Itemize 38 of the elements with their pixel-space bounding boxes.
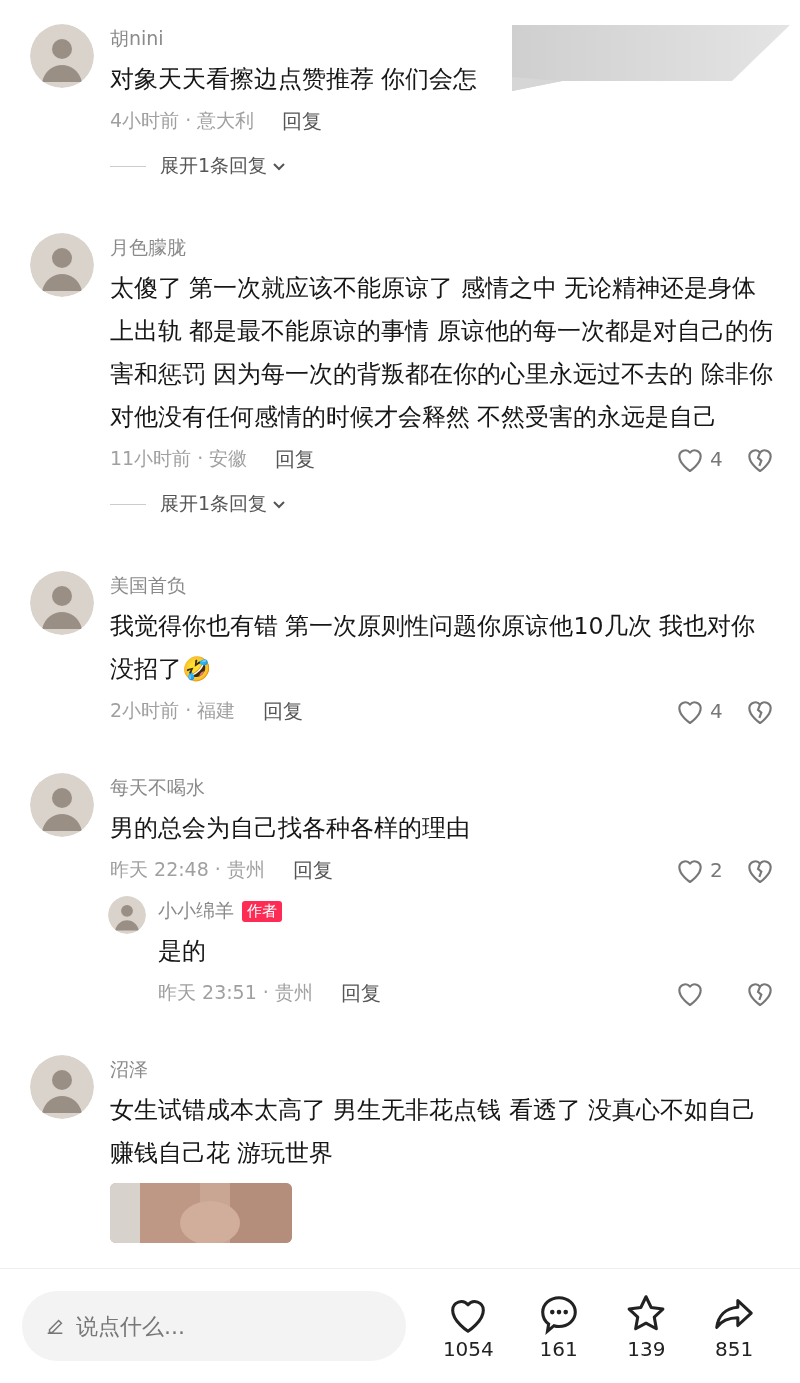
comment-time: 4小时前 · 意大利	[110, 108, 255, 133]
comment-text: 女生试错成本太高了 男生无非花点钱 看透了 没真心不如自己赚钱自己花 游玩世界	[110, 1095, 758, 1169]
like-button[interactable]: 1054	[442, 1291, 494, 1361]
expand-replies[interactable]: 展开1条回复	[110, 141, 776, 191]
avatar[interactable]	[30, 571, 94, 635]
reply-link[interactable]: 回复	[292, 856, 333, 884]
avatar[interactable]	[30, 1055, 94, 1119]
avatar[interactable]	[30, 24, 94, 88]
user-name[interactable]: 沼泽	[110, 1057, 148, 1083]
comment-text: 我觉得你也有错 第一次原则性问题你原谅他10几次 我也对你没招了🤣	[110, 611, 757, 685]
comment-text: 太傻了 第一次就应该不能原谅了 感情之中 无论精神还是身体上出轨 都是最不能原谅的事情 原谅他的每一次都是对自己的伤害和惩罚 因为每一次的背叛都在你的心里永远过不去的 除非你对他没有任何感情的时候才会释然 不然受害的永远是自己	[110, 273, 774, 433]
comment-text-input[interactable]: 说点什么...	[74, 1312, 384, 1340]
author-badge: 作者	[242, 900, 282, 922]
avatar[interactable]	[108, 896, 146, 934]
user-name[interactable]: 每天不喝水	[110, 775, 205, 801]
share-button[interactable]: 851	[711, 1291, 758, 1361]
avatar[interactable]	[30, 773, 94, 837]
comment-text: 男的总会为自己找各种各样的理由	[110, 813, 471, 844]
like-count: 4	[710, 699, 723, 723]
comment-button[interactable]: 161	[535, 1291, 582, 1361]
reply-link[interactable]: 回复	[263, 697, 304, 725]
expand-replies[interactable]: 展开1条回复	[110, 479, 776, 529]
reply-link[interactable]: 回复	[340, 979, 381, 1007]
reply-link[interactable]: 回复	[275, 445, 316, 473]
comment-text: 对象天天看擦边点赞推荐 你们会怎	[110, 64, 479, 95]
comment-time: 2小时前 · 福建	[110, 698, 236, 723]
avatar[interactable]	[30, 233, 94, 297]
reply-link[interactable]: 回复	[282, 107, 323, 135]
like-count: 2	[710, 858, 723, 882]
comment-input[interactable]: 说点什么...	[22, 1291, 406, 1361]
like-count: 4	[710, 447, 723, 471]
comment-time: 11小时前 · 安徽	[110, 446, 248, 471]
comment-text: 是的	[158, 936, 207, 967]
user-name[interactable]: 美国首负	[110, 573, 186, 599]
comment-time: 昨天 23:51 · 贵州	[158, 980, 313, 1005]
comment-time: 昨天 22:48 · 贵州	[110, 857, 265, 882]
user-name[interactable]: 小小绵羊	[158, 898, 234, 924]
favorite-button[interactable]: 139	[623, 1291, 670, 1361]
